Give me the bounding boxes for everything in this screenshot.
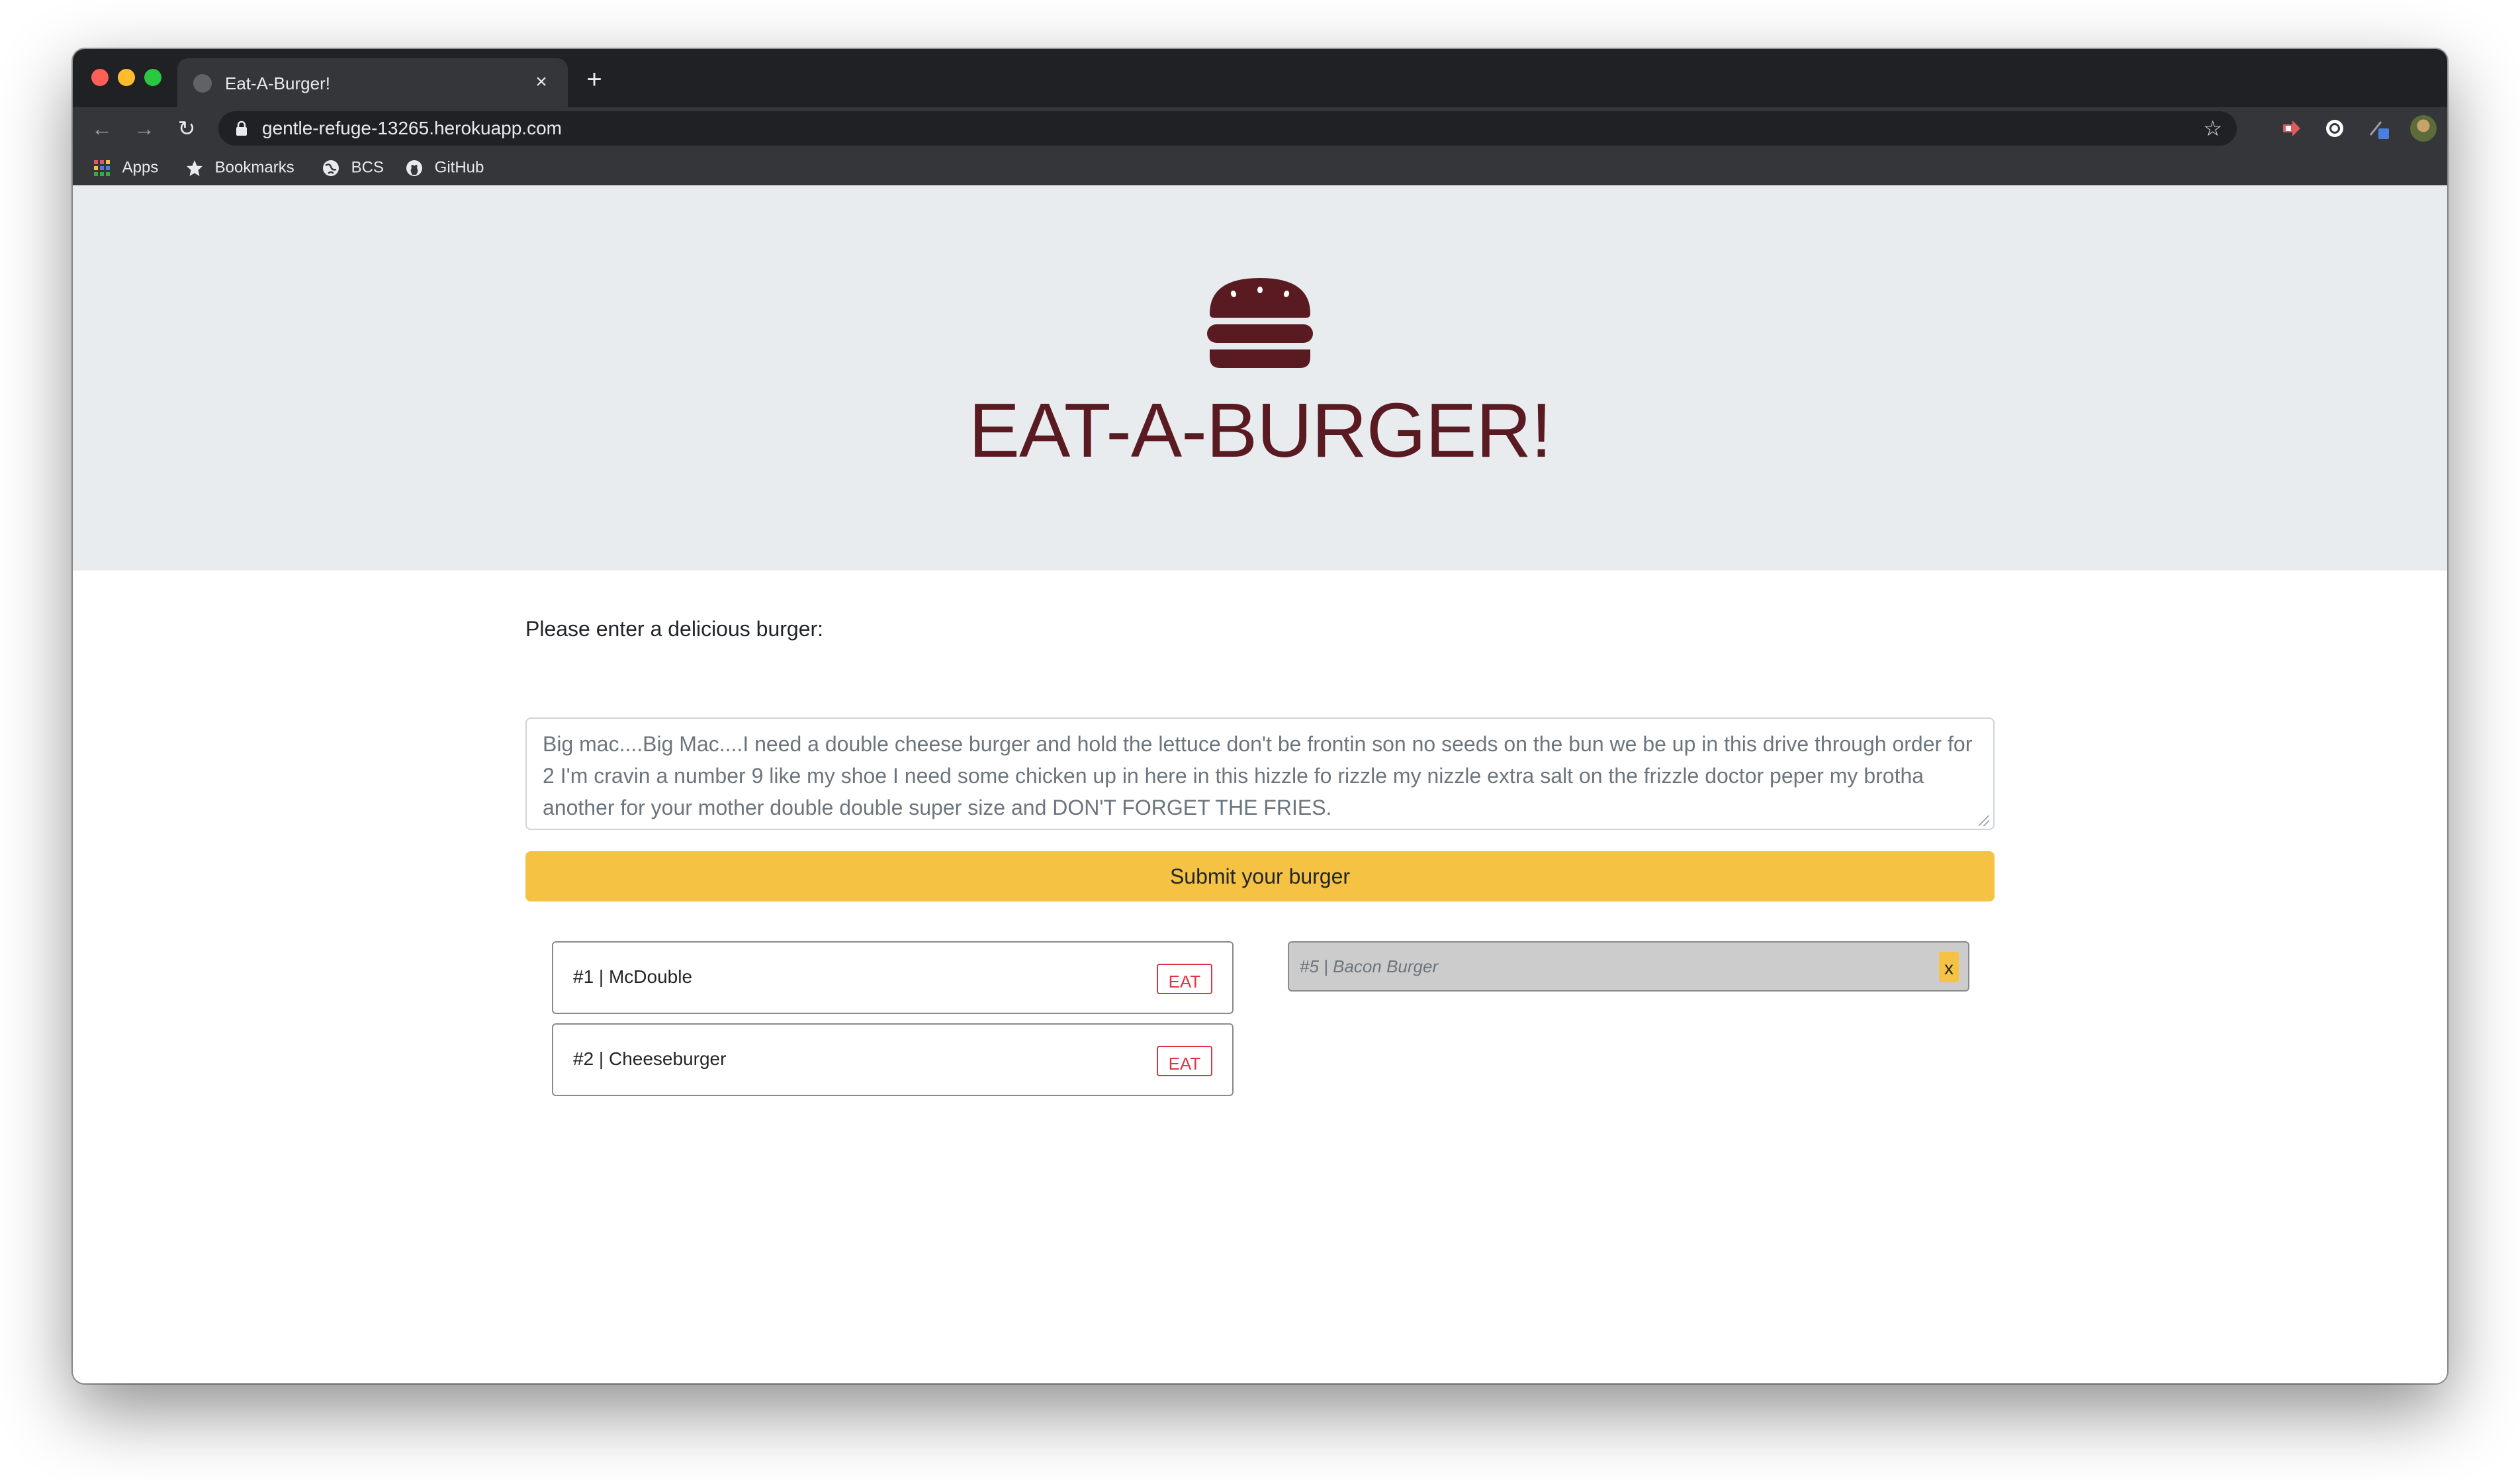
burger-name: #2 | Cheeseburger	[573, 1048, 727, 1069]
hero-banner: EAT-A-BURGER!	[73, 185, 2447, 571]
profile-avatar[interactable]	[2410, 115, 2437, 142]
bookmark-label: Apps	[122, 158, 159, 177]
extension-circle-icon[interactable]	[2323, 116, 2347, 140]
bookmark-label: GitHub	[434, 158, 484, 177]
devoured-burger-name: #5 | Bacon Burger	[1300, 956, 1439, 976]
eat-button[interactable]: EAT	[1157, 964, 1212, 994]
lock-icon	[236, 120, 247, 136]
bookmark-apps[interactable]: Apps	[93, 156, 158, 179]
close-window-button[interactable]	[91, 69, 109, 86]
burger-list-item: #2 | Cheeseburger EAT	[552, 1023, 1234, 1096]
tab-title: Eat-A-Burger!	[225, 73, 330, 93]
tab-close-button[interactable]: ×	[529, 70, 553, 94]
bookmark-bookmarks[interactable]: Bookmarks	[185, 156, 294, 179]
globe-icon	[323, 160, 339, 176]
maximize-window-button[interactable]	[144, 69, 161, 86]
reload-button[interactable]: ↻	[172, 114, 201, 143]
burger-list-item: #1 | McDouble EAT	[552, 941, 1234, 1014]
browser-titlebar: Eat-A-Burger! × +	[73, 49, 2447, 107]
bookmark-bcs[interactable]: BCS	[322, 156, 384, 179]
star-icon	[187, 160, 202, 176]
url-text[interactable]: gentle-refuge-13265.herokuapp.com	[262, 118, 562, 139]
devoured-burger-item: #5 | Bacon Burger x	[1288, 941, 1969, 992]
tab-active[interactable]: Eat-A-Burger! ×	[177, 58, 568, 107]
page-content: EAT-A-BURGER! Please enter a delicious b…	[73, 185, 2447, 1383]
globe-icon	[193, 74, 212, 93]
screen: Eat-A-Burger! × + ← → ↻ gentle-refuge-13…	[0, 0, 2520, 1480]
burger-name: #1 | McDouble	[573, 966, 693, 987]
apps-grid-icon	[94, 160, 110, 176]
bookmark-github[interactable]: GitHub	[405, 156, 484, 179]
burger-textarea[interactable]: Big mac....Big Mac....I need a double ch…	[525, 717, 1995, 830]
submit-burger-button[interactable]: Submit your burger	[525, 851, 1995, 902]
new-tab-button[interactable]: +	[580, 65, 609, 94]
browser-window: Eat-A-Burger! × + ← → ↻ gentle-refuge-13…	[73, 49, 2447, 1383]
back-button[interactable]: ←	[87, 114, 116, 143]
browser-toolbar: ← → ↻ gentle-refuge-13265.herokuapp.com …	[73, 107, 2447, 150]
bookmarks-bar: Apps Bookmarks BCS GitHub	[73, 150, 2447, 185]
forward-button[interactable]: →	[130, 114, 159, 143]
extension-arrow-icon[interactable]	[2279, 116, 2303, 140]
address-bar[interactable]: gentle-refuge-13265.herokuapp.com ☆	[218, 111, 2237, 146]
burger-input-label: Please enter a delicious burger:	[525, 617, 824, 641]
bookmark-star-icon[interactable]: ☆	[2203, 116, 2222, 140]
delete-burger-button[interactable]: x	[1939, 952, 1959, 982]
minimize-window-button[interactable]	[118, 69, 135, 86]
bookmark-label: BCS	[351, 158, 384, 177]
bookmark-label: Bookmarks	[214, 158, 294, 177]
hamburger-icon	[1207, 278, 1313, 368]
page-title: EAT-A-BURGER!	[968, 387, 1552, 473]
extension-puzzle-icon[interactable]	[2366, 116, 2390, 140]
textarea-resize-handle[interactable]	[1979, 815, 1989, 826]
github-icon	[406, 160, 422, 176]
eat-button[interactable]: EAT	[1157, 1046, 1212, 1076]
